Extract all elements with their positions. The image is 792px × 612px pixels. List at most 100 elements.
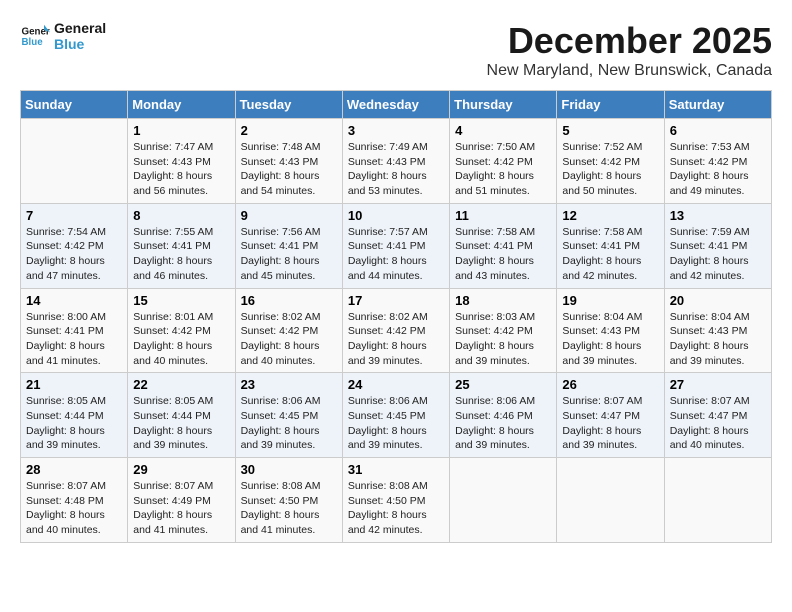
- logo-text-blue: Blue: [54, 36, 106, 52]
- calendar-cell: 10 Sunrise: 7:57 AM Sunset: 4:41 PM Dayli…: [342, 203, 449, 288]
- header-day-tuesday: Tuesday: [235, 91, 342, 119]
- logo-text-general: General: [54, 20, 106, 36]
- calendar-cell: 25Sunrise: 8:06 AM Sunset: 4:46 PM Dayli…: [450, 373, 557, 458]
- day-info: Sunrise: 8:05 AM Sunset: 4:44 PM Dayligh…: [26, 394, 122, 453]
- calendar-header: SundayMondayTuesdayWednesdayThursdayFrid…: [21, 91, 772, 119]
- day-info: Sunrise: 8:01 AM Sunset: 4:42 PM Dayligh…: [133, 310, 229, 369]
- day-number: 20: [670, 293, 766, 308]
- week-row-3: 14Sunrise: 8:00 AM Sunset: 4:41 PM Dayli…: [21, 288, 772, 373]
- day-number: 7: [26, 208, 122, 223]
- day-number: 17: [348, 293, 444, 308]
- day-number: 25: [455, 377, 551, 392]
- calendar-cell: 29Sunrise: 8:07 AM Sunset: 4:49 PM Dayli…: [128, 458, 235, 543]
- calendar-cell: 8 Sunrise: 7:55 AM Sunset: 4:41 PM Daylig…: [128, 203, 235, 288]
- day-info: Sunrise: 8:08 AM Sunset: 4:50 PM Dayligh…: [241, 479, 337, 538]
- day-info: Sunrise: 8:06 AM Sunset: 4:45 PM Dayligh…: [241, 394, 337, 453]
- calendar-cell: 11Sunrise: 7:58 AM Sunset: 4:41 PM Dayli…: [450, 203, 557, 288]
- day-number: 10: [348, 208, 444, 223]
- day-info: Sunrise: 7:47 AM Sunset: 4:43 PM Dayligh…: [133, 140, 229, 199]
- calendar-cell: 22 Sunrise: 8:05 AM Sunset: 4:44 PM Dayli…: [128, 373, 235, 458]
- logo: General Blue General Blue: [20, 20, 106, 52]
- day-number: 26: [562, 377, 658, 392]
- day-info: Sunrise: 7:53 AM Sunset: 4:42 PM Dayligh…: [670, 140, 766, 199]
- calendar-cell: 31 Sunrise: 8:08 AM Sunset: 4:50 PM Dayli…: [342, 458, 449, 543]
- calendar-cell: 17 Sunrise: 8:02 AM Sunset: 4:42 PM Dayli…: [342, 288, 449, 373]
- day-number: 5: [562, 123, 658, 138]
- calendar-cell: 20 Sunrise: 8:04 AM Sunset: 4:43 PM Dayli…: [664, 288, 771, 373]
- calendar-cell: 1 Sunrise: 7:47 AM Sunset: 4:43 PM Daylig…: [128, 119, 235, 204]
- day-number: 1: [133, 123, 229, 138]
- day-info: Sunrise: 7:59 AM Sunset: 4:41 PM Dayligh…: [670, 225, 766, 284]
- day-info: Sunrise: 8:03 AM Sunset: 4:42 PM Dayligh…: [455, 310, 551, 369]
- day-info: Sunrise: 8:07 AM Sunset: 4:48 PM Dayligh…: [26, 479, 122, 538]
- calendar-cell: 28 Sunrise: 8:07 AM Sunset: 4:48 PM Dayli…: [21, 458, 128, 543]
- day-number: 4: [455, 123, 551, 138]
- calendar-cell: 2Sunrise: 7:48 AM Sunset: 4:43 PM Daylig…: [235, 119, 342, 204]
- calendar-table: SundayMondayTuesdayWednesdayThursdayFrid…: [20, 90, 772, 543]
- logo-icon: General Blue: [20, 21, 50, 51]
- header-day-thursday: Thursday: [450, 91, 557, 119]
- day-number: 29: [133, 462, 229, 477]
- day-info: Sunrise: 7:52 AM Sunset: 4:42 PM Dayligh…: [562, 140, 658, 199]
- day-info: Sunrise: 7:57 AM Sunset: 4:41 PM Dayligh…: [348, 225, 444, 284]
- calendar-cell: [21, 119, 128, 204]
- week-row-2: 7Sunrise: 7:54 AM Sunset: 4:42 PM Daylig…: [21, 203, 772, 288]
- day-number: 6: [670, 123, 766, 138]
- calendar-cell: 27 Sunrise: 8:07 AM Sunset: 4:47 PM Dayli…: [664, 373, 771, 458]
- day-number: 21: [26, 377, 122, 392]
- day-number: 18: [455, 293, 551, 308]
- calendar-cell: 30 Sunrise: 8:08 AM Sunset: 4:50 PM Dayli…: [235, 458, 342, 543]
- day-number: 15: [133, 293, 229, 308]
- title-section: December 2025 New Maryland, New Brunswic…: [487, 20, 772, 80]
- header-day-wednesday: Wednesday: [342, 91, 449, 119]
- week-row-5: 28 Sunrise: 8:07 AM Sunset: 4:48 PM Dayli…: [21, 458, 772, 543]
- day-number: 22: [133, 377, 229, 392]
- day-info: Sunrise: 7:56 AM Sunset: 4:41 PM Dayligh…: [241, 225, 337, 284]
- day-number: 12: [562, 208, 658, 223]
- calendar-cell: 24 Sunrise: 8:06 AM Sunset: 4:45 PM Dayli…: [342, 373, 449, 458]
- calendar-cell: [450, 458, 557, 543]
- day-number: 8: [133, 208, 229, 223]
- day-number: 31: [348, 462, 444, 477]
- day-info: Sunrise: 8:04 AM Sunset: 4:43 PM Dayligh…: [670, 310, 766, 369]
- calendar-cell: 23 Sunrise: 8:06 AM Sunset: 4:45 PM Dayli…: [235, 373, 342, 458]
- calendar-cell: 12 Sunrise: 7:58 AM Sunset: 4:41 PM Dayli…: [557, 203, 664, 288]
- calendar-cell: 7Sunrise: 7:54 AM Sunset: 4:42 PM Daylig…: [21, 203, 128, 288]
- day-number: 28: [26, 462, 122, 477]
- header-day-saturday: Saturday: [664, 91, 771, 119]
- day-info: Sunrise: 7:55 AM Sunset: 4:41 PM Dayligh…: [133, 225, 229, 284]
- svg-text:Blue: Blue: [22, 37, 44, 48]
- calendar-cell: [664, 458, 771, 543]
- day-number: 30: [241, 462, 337, 477]
- day-info: Sunrise: 8:06 AM Sunset: 4:45 PM Dayligh…: [348, 394, 444, 453]
- week-row-4: 21 Sunrise: 8:05 AM Sunset: 4:44 PM Dayli…: [21, 373, 772, 458]
- calendar-cell: 5 Sunrise: 7:52 AM Sunset: 4:42 PM Daylig…: [557, 119, 664, 204]
- day-number: 23: [241, 377, 337, 392]
- day-number: 24: [348, 377, 444, 392]
- day-number: 27: [670, 377, 766, 392]
- day-number: 9: [241, 208, 337, 223]
- calendar-cell: 18 Sunrise: 8:03 AM Sunset: 4:42 PM Dayli…: [450, 288, 557, 373]
- calendar-cell: 16Sunrise: 8:02 AM Sunset: 4:42 PM Dayli…: [235, 288, 342, 373]
- day-number: 3: [348, 123, 444, 138]
- day-number: 19: [562, 293, 658, 308]
- day-info: Sunrise: 8:00 AM Sunset: 4:41 PM Dayligh…: [26, 310, 122, 369]
- day-info: Sunrise: 7:58 AM Sunset: 4:41 PM Dayligh…: [562, 225, 658, 284]
- calendar-cell: 6 Sunrise: 7:53 AM Sunset: 4:42 PM Daylig…: [664, 119, 771, 204]
- header-day-sunday: Sunday: [21, 91, 128, 119]
- day-info: Sunrise: 8:08 AM Sunset: 4:50 PM Dayligh…: [348, 479, 444, 538]
- day-info: Sunrise: 8:04 AM Sunset: 4:43 PM Dayligh…: [562, 310, 658, 369]
- day-info: Sunrise: 8:05 AM Sunset: 4:44 PM Dayligh…: [133, 394, 229, 453]
- calendar-cell: 4Sunrise: 7:50 AM Sunset: 4:42 PM Daylig…: [450, 119, 557, 204]
- calendar-cell: 13Sunrise: 7:59 AM Sunset: 4:41 PM Dayli…: [664, 203, 771, 288]
- calendar-cell: 19 Sunrise: 8:04 AM Sunset: 4:43 PM Dayli…: [557, 288, 664, 373]
- header-day-monday: Monday: [128, 91, 235, 119]
- week-row-1: 1 Sunrise: 7:47 AM Sunset: 4:43 PM Daylig…: [21, 119, 772, 204]
- day-info: Sunrise: 8:07 AM Sunset: 4:47 PM Dayligh…: [670, 394, 766, 453]
- day-info: Sunrise: 8:02 AM Sunset: 4:42 PM Dayligh…: [348, 310, 444, 369]
- header-day-friday: Friday: [557, 91, 664, 119]
- day-number: 16: [241, 293, 337, 308]
- calendar-cell: [557, 458, 664, 543]
- day-number: 11: [455, 208, 551, 223]
- header: General Blue General Blue December 2025 …: [20, 20, 772, 80]
